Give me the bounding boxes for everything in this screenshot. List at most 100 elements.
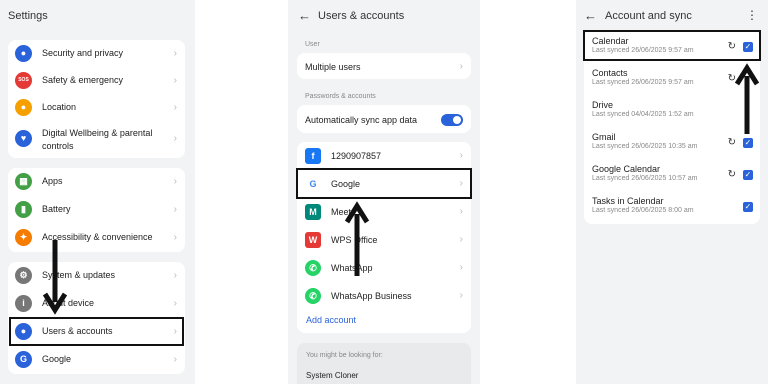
up-arrow-icon	[344, 201, 370, 276]
sync-item-name: Contacts	[592, 68, 628, 78]
sync-item-drive: Drive Last synced 04/04/2025 1:52 am	[592, 100, 694, 118]
settings-group-1: ● Security and privacy › SOS Safety & em…	[8, 40, 185, 158]
chevron-right-icon: ›	[173, 270, 177, 281]
settings-item-apps[interactable]: ▦ Apps ›	[8, 168, 185, 196]
apps-icon: ▦	[15, 173, 32, 190]
chevron-right-icon: ›	[459, 61, 463, 72]
settings-item-label: Google	[42, 354, 72, 364]
account-row-meet[interactable]: M Meet ›	[297, 198, 471, 226]
chevron-right-icon: ›	[173, 48, 177, 59]
multiple-users-row[interactable]: Multiple users ›	[297, 53, 471, 79]
chevron-right-icon: ›	[173, 298, 177, 309]
multiple-users-label: Multiple users	[305, 62, 361, 72]
chevron-right-icon: ›	[173, 354, 177, 365]
meet-icon: M	[305, 204, 321, 220]
settings-item-label: Security and privacy	[42, 48, 124, 58]
battery-icon: ▮	[15, 201, 32, 218]
up-arrow-icon	[734, 63, 760, 134]
settings-item-security[interactable]: ● Security and privacy ›	[8, 40, 185, 68]
chevron-right-icon: ›	[459, 262, 463, 273]
chevron-right-icon: ›	[173, 176, 177, 187]
wps-office-icon: W	[305, 232, 321, 248]
settings-item-wellbeing[interactable]: ♥ Digital Wellbeing & parental controls …	[8, 122, 185, 156]
highlight-box	[296, 168, 472, 199]
chevron-right-icon: ›	[459, 150, 463, 161]
section-label-user: User	[305, 41, 320, 48]
chevron-right-icon: ›	[173, 75, 177, 86]
users-accounts-screen: ← Users & accounts User Multiple users ›…	[288, 0, 480, 384]
account-row-whatsapp-business[interactable]: ✆ WhatsApp Business ›	[297, 282, 471, 310]
settings-item-safety[interactable]: SOS Safety & emergency ›	[8, 67, 185, 95]
sync-item-google-calendar: Google Calendar Last synced 26/06/2025 1…	[592, 164, 697, 182]
sync-icon[interactable]: ↻	[728, 169, 736, 180]
chevron-right-icon: ›	[173, 133, 177, 144]
sync-checkbox-google-calendar[interactable]: ✓	[743, 170, 753, 180]
wellbeing-icon: ♥	[15, 130, 32, 147]
down-arrow-icon	[42, 240, 68, 315]
system-icon: ⚙	[15, 267, 32, 284]
location-pin-icon: ●	[15, 99, 32, 116]
google-icon: G	[15, 351, 32, 368]
page-title: Account and sync	[605, 10, 692, 22]
settings-item-system[interactable]: ⚙ System & updates ›	[8, 262, 185, 290]
settings-item-label: Battery	[42, 204, 71, 214]
sync-icon[interactable]: ↻	[728, 137, 736, 148]
account-row-wps[interactable]: W WPS Office ›	[297, 226, 471, 254]
auto-sync-toggle[interactable]	[441, 114, 463, 126]
sync-item-status: Last synced 26/06/2025 9:57 am	[592, 79, 694, 86]
chevron-right-icon: ›	[459, 206, 463, 217]
whatsapp-icon: ✆	[305, 260, 321, 276]
add-account-link[interactable]: Add account	[306, 315, 356, 325]
settings-item-label: Location	[42, 102, 77, 112]
settings-item-label: Digital Wellbeing & parental controls	[42, 128, 153, 151]
sync-item-name: Tasks in Calendar	[592, 196, 664, 206]
account-row-facebook[interactable]: f 1290907857 ›	[297, 142, 471, 170]
sync-item-name: Gmail	[592, 132, 616, 142]
settings-item-google[interactable]: G Google ›	[8, 346, 185, 374]
suggestions-heading: You might be looking for:	[306, 352, 383, 359]
sync-item-tasks: Tasks in Calendar Last synced 26/06/2025…	[592, 196, 694, 214]
sync-item-status: Last synced 26/06/2025 10:57 am	[592, 175, 698, 182]
suggestions-card: You might be looking for: System Cloner	[297, 343, 471, 384]
shield-icon: ●	[15, 45, 32, 62]
chevron-right-icon: ›	[173, 232, 177, 243]
about-icon: i	[15, 295, 32, 312]
sync-item-gmail: Gmail Last synced 26/06/2025 10:35 am	[592, 132, 697, 150]
sync-checkbox-gmail[interactable]: ✓	[743, 138, 753, 148]
settings-item-label: Safety & emergency	[42, 75, 124, 85]
sos-icon: SOS	[15, 72, 32, 89]
sync-item-contacts: Contacts Last synced 26/06/2025 9:57 am	[592, 68, 694, 86]
sync-checkbox-tasks[interactable]: ✓	[743, 202, 753, 212]
highlight-box	[583, 30, 761, 61]
chevron-right-icon: ›	[459, 234, 463, 245]
page-title: Users & accounts	[318, 10, 405, 22]
back-icon[interactable]: ←	[298, 8, 311, 23]
auto-sync-label: Automatically sync app data	[305, 115, 418, 125]
sync-item-status: Last synced 26/06/2025 8:00 am	[592, 207, 694, 214]
settings-group-2: ▦ Apps › ▮ Battery › ✦ Accessibility & c…	[8, 168, 185, 252]
more-options-icon[interactable]: ⋮	[746, 8, 758, 22]
settings-item-location[interactable]: ● Location ›	[8, 94, 185, 122]
back-icon[interactable]: ←	[584, 8, 597, 23]
settings-item-about[interactable]: i About device ›	[8, 290, 185, 318]
sync-item-name: Google Calendar	[592, 164, 661, 174]
account-sync-screen: ← Account and sync ⋮ Calendar Last synce…	[576, 0, 768, 384]
settings-screen: Settings ● Security and privacy › SOS Sa…	[0, 0, 195, 384]
accessibility-icon: ✦	[15, 229, 32, 246]
page-title: Settings	[8, 10, 48, 22]
account-label: 1290907857	[331, 151, 382, 161]
facebook-icon: f	[305, 148, 321, 164]
settings-item-label: Apps	[42, 176, 63, 186]
highlight-box	[9, 317, 184, 346]
account-row-whatsapp[interactable]: ✆ WhatsApp ›	[297, 254, 471, 282]
whatsapp-business-icon: ✆	[305, 288, 321, 304]
sync-item-status: Last synced 26/06/2025 10:35 am	[592, 143, 698, 150]
chevron-right-icon: ›	[173, 204, 177, 215]
chevron-right-icon: ›	[459, 290, 463, 301]
settings-item-accessibility[interactable]: ✦ Accessibility & convenience ›	[8, 224, 185, 252]
auto-sync-row: Automatically sync app data	[297, 105, 471, 133]
chevron-right-icon: ›	[173, 102, 177, 113]
settings-item-battery[interactable]: ▮ Battery ›	[8, 196, 185, 224]
sync-item-status: Last synced 04/04/2025 1:52 am	[592, 111, 694, 118]
system-cloner-link[interactable]: System Cloner	[306, 371, 358, 380]
